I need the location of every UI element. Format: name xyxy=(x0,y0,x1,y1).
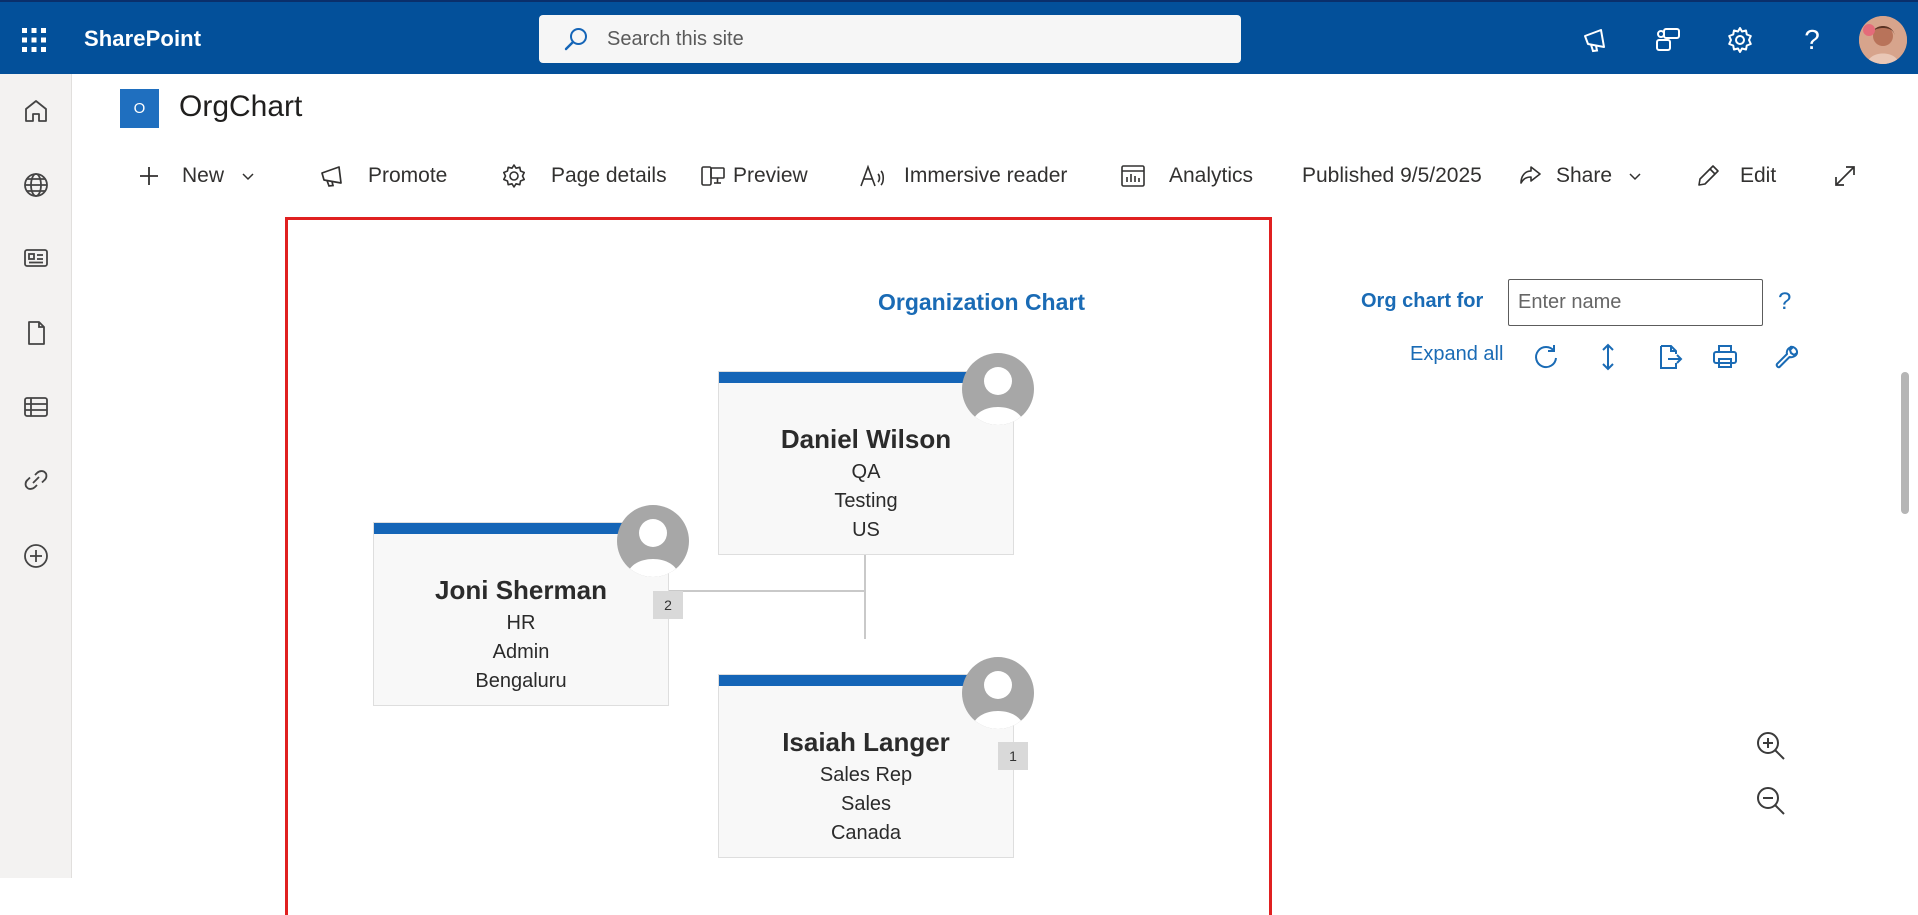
zoom-out-icon[interactable] xyxy=(1753,783,1789,819)
app-launcher-waffle-icon[interactable] xyxy=(18,24,50,56)
person-title: Sales Rep xyxy=(819,764,913,786)
preview-device-icon xyxy=(701,166,725,186)
analytics-chart-icon xyxy=(1121,165,1145,187)
gear-icon xyxy=(503,164,525,188)
search-icon xyxy=(563,26,589,52)
expand-diagonal-icon xyxy=(1835,166,1855,186)
megaphone-icon[interactable] xyxy=(1576,20,1616,60)
print-icon[interactable] xyxy=(1708,340,1742,374)
immersive-reader-icon xyxy=(860,164,885,187)
expand-page-button[interactable] xyxy=(1832,156,1858,196)
settings-gear-icon[interactable] xyxy=(1720,20,1760,60)
left-app-rail xyxy=(0,74,72,878)
analytics-label: Analytics xyxy=(1169,164,1254,187)
share-icon xyxy=(1520,166,1541,184)
connector-horizontal xyxy=(668,590,865,592)
page-details-label: Page details xyxy=(551,164,667,187)
person-photo-placeholder-icon xyxy=(617,505,689,577)
immersive-reader-label: Immersive reader xyxy=(904,164,1068,187)
person-title: HR xyxy=(506,612,536,634)
page-details-button[interactable]: Page details xyxy=(500,156,667,196)
promote-button[interactable]: Promote xyxy=(318,156,447,196)
person-location: Canada xyxy=(830,822,902,844)
site-title[interactable]: OrgChart xyxy=(179,90,302,124)
published-date: Published 9/5/2025 xyxy=(1302,164,1482,187)
home-icon[interactable] xyxy=(16,91,56,131)
chevron-down-icon xyxy=(242,173,254,181)
brand-name[interactable]: SharePoint xyxy=(84,26,201,52)
export-document-icon[interactable] xyxy=(1653,340,1687,374)
search-input[interactable] xyxy=(607,27,1207,51)
promote-label: Promote xyxy=(368,164,448,187)
preview-button[interactable]: Preview xyxy=(699,156,808,196)
org-chart-for-label: Org chart for xyxy=(1361,290,1484,312)
megaphone-icon xyxy=(321,166,342,187)
refresh-icon[interactable] xyxy=(1529,340,1563,374)
teams-chat-icon[interactable] xyxy=(1648,20,1688,60)
person-photo-placeholder-icon xyxy=(962,353,1034,425)
share-label: Share xyxy=(1556,164,1613,187)
zoom-in-icon[interactable] xyxy=(1753,728,1789,764)
person-name-input[interactable] xyxy=(1508,279,1763,326)
pencil-icon xyxy=(1698,165,1719,186)
create-add-icon[interactable] xyxy=(16,536,56,576)
svg-text:?: ? xyxy=(1804,25,1820,55)
new-button[interactable]: New xyxy=(136,156,257,196)
person-photo-placeholder-icon xyxy=(962,657,1034,729)
edit-label: Edit xyxy=(1740,164,1777,187)
person-location: Bengaluru xyxy=(475,670,567,692)
suite-bar: SharePoint ? xyxy=(0,0,1918,74)
immersive-reader-button[interactable]: Immersive reader xyxy=(858,156,1067,196)
person-title: QA xyxy=(851,461,881,483)
preview-label: Preview xyxy=(733,164,808,187)
published-status: Published 9/5/2025 xyxy=(1302,156,1482,196)
vertical-layout-arrows-icon[interactable] xyxy=(1591,340,1625,374)
edit-button[interactable]: Edit xyxy=(1694,156,1776,196)
person-department: Testing xyxy=(834,490,898,512)
help-icon[interactable]: ? xyxy=(1792,20,1832,60)
direct-reports-count-badge[interactable]: 1 xyxy=(998,742,1028,770)
link-icon[interactable] xyxy=(16,460,56,500)
person-location: US xyxy=(852,519,880,541)
org-chart-title: Organization Chart xyxy=(878,289,1086,315)
globe-icon[interactable] xyxy=(16,165,56,205)
plus-icon xyxy=(140,167,158,185)
wrench-settings-icon[interactable] xyxy=(1770,340,1804,374)
person-name: Isaiah Langer xyxy=(782,727,950,757)
share-button[interactable]: Share xyxy=(1517,156,1644,196)
person-name: Joni Sherman xyxy=(435,575,607,605)
person-department: Admin xyxy=(492,641,550,663)
analytics-button[interactable]: Analytics xyxy=(1119,156,1253,196)
person-name: Daniel Wilson xyxy=(780,424,952,454)
news-icon[interactable] xyxy=(16,238,56,278)
help-question-icon[interactable]: ? xyxy=(1778,288,1791,316)
new-label: New xyxy=(182,164,225,187)
connector-vertical xyxy=(864,555,866,639)
page-scrollbar-thumb[interactable] xyxy=(1901,372,1909,514)
expand-all-link[interactable]: Expand all xyxy=(1410,343,1503,366)
chevron-down-icon xyxy=(1629,173,1641,181)
site-search-box[interactable] xyxy=(539,15,1241,63)
user-avatar[interactable] xyxy=(1859,16,1907,64)
list-icon[interactable] xyxy=(16,387,56,427)
person-department: Sales xyxy=(840,793,892,815)
document-icon[interactable] xyxy=(16,313,56,353)
site-logo[interactable]: O xyxy=(120,89,159,128)
direct-reports-count-badge[interactable]: 2 xyxy=(653,591,683,619)
